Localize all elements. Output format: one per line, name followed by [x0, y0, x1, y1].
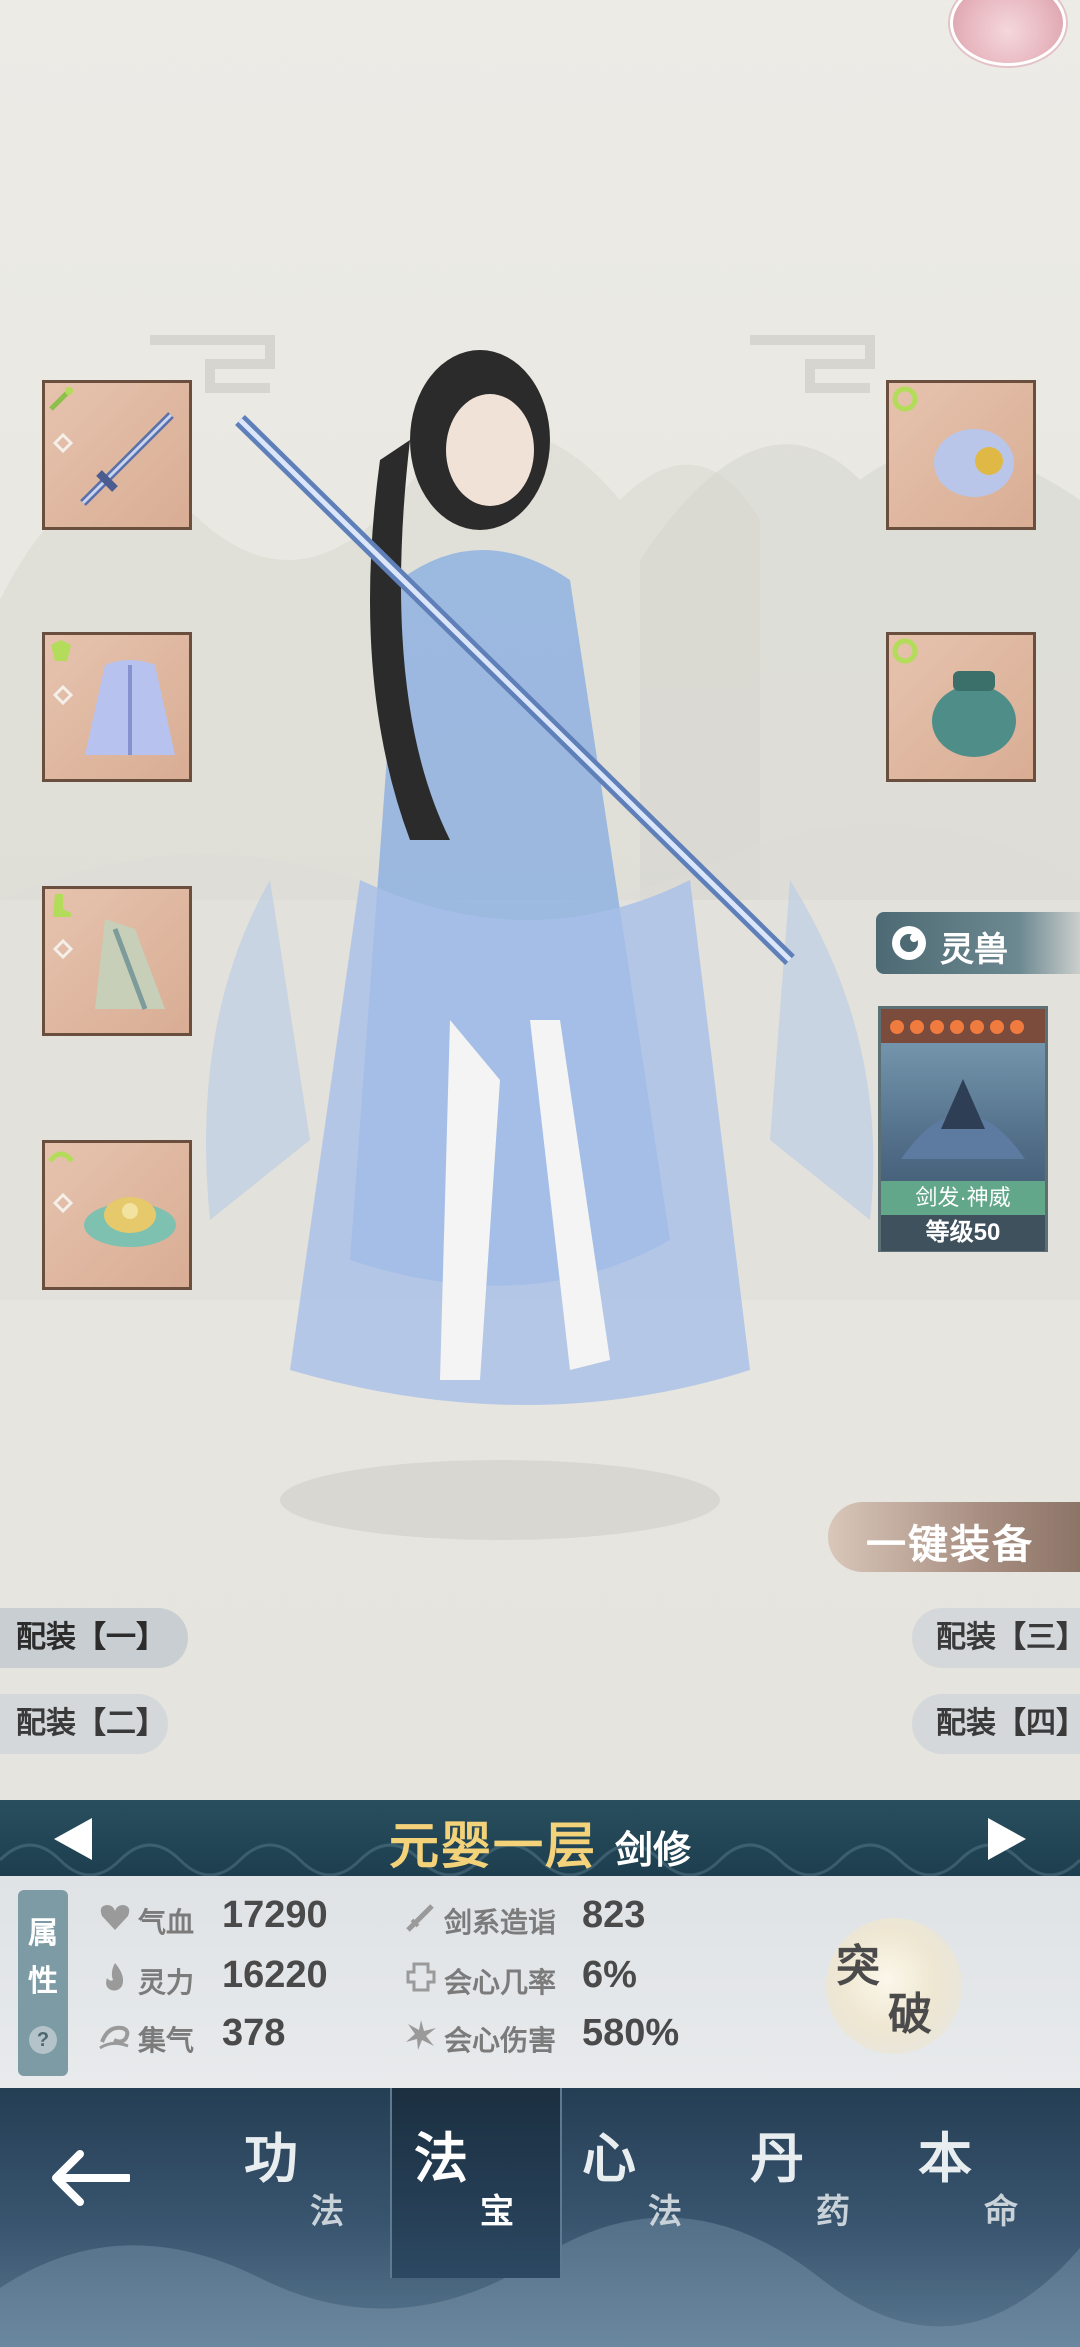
stat-crit-rate: 会心几率 6%: [404, 1952, 724, 2002]
pet-tab[interactable]: 灵兽: [876, 912, 1080, 974]
pet-tab-label: 灵兽: [940, 931, 1008, 969]
attributes-tab-char-2: 性: [28, 1965, 58, 1998]
one-key-equip-label: 一键装备: [866, 1523, 1034, 1567]
stat-crit-rate-label: 会心几率: [444, 1967, 557, 1998]
pet-portrait: [881, 1009, 1045, 1159]
stat-crit-damage-value: 580%: [582, 2012, 680, 2054]
one-key-equip-button[interactable]: 一键装备: [828, 1502, 1080, 1572]
nav-tab-natal[interactable]: 本 命: [896, 2088, 1064, 2278]
nav-tab-treasure-big: 法: [414, 2129, 468, 2189]
stat-qi-gather-value: 378: [222, 2012, 286, 2054]
lock-icon: [52, 1192, 74, 1214]
lock-icon: [52, 432, 74, 454]
stat-sword-mastery: 剑系造诣 823: [404, 1892, 724, 1942]
stat-sword-mastery-label: 剑系造诣: [444, 1907, 557, 1938]
nav-tab-elixir-big: 丹: [750, 2129, 804, 2189]
artifact-type-icon: [48, 1151, 74, 1163]
boots-type-icon: [53, 894, 71, 917]
back-arrow-icon[interactable]: [48, 2146, 130, 2210]
stat-spirit-value: 16220: [222, 1954, 328, 1996]
loadout-button-2[interactable]: 配装【二】: [0, 1694, 168, 1754]
nav-tab-elixir-small: 药: [816, 2193, 850, 2231]
stat-crit-damage: 会心伤害 580%: [404, 2010, 724, 2060]
character-illustration: [206, 350, 874, 1405]
nav-tab-mind-method[interactable]: 心 法: [560, 2088, 728, 2278]
stat-hp-label: 气血: [138, 1907, 195, 1938]
stat-qi-gather-label: 集气: [138, 2025, 195, 2056]
stat-crit-damage-label: 会心伤害: [444, 2025, 557, 2056]
realm-bar: 元婴一层 剑修: [0, 1800, 1080, 1876]
stat-hp: 气血 17290: [98, 1892, 398, 1942]
next-realm-arrow-icon[interactable]: [982, 1814, 1032, 1864]
swirl-icon: [99, 2025, 130, 2050]
nav-tab-natal-big: 本: [918, 2129, 972, 2189]
attributes-panel: 属 性 ? 气血 17290 灵力 16220 集气 378 剑系造诣 823 …: [0, 1876, 1080, 2088]
loadout-button-1[interactable]: 配装【一】: [0, 1608, 188, 1668]
stat-crit-rate-value: 6%: [582, 1954, 637, 1996]
nav-tab-mind-method-small: 法: [648, 2193, 682, 2231]
stat-spirit: 灵力 16220: [98, 1952, 398, 2002]
attributes-tab[interactable]: 属 性 ?: [18, 1890, 68, 2076]
pet-name: 剑发·神威: [881, 1181, 1045, 1215]
bottom-nav: 功 法 法 宝 心 法 丹 药 本 命: [0, 2088, 1080, 2347]
nav-tab-technique-big: 功: [244, 2129, 298, 2189]
stat-spirit-label: 灵力: [138, 1967, 195, 1998]
shield-icon: [406, 1962, 436, 1992]
pet-card[interactable]: 剑发·神威 等级50: [878, 1006, 1048, 1252]
nav-tab-treasure[interactable]: 法 宝: [390, 2088, 562, 2278]
sword-icon: [406, 1904, 434, 1932]
breakthrough-char-1: 突: [836, 1942, 880, 1991]
stat-qi-gather: 集气 378: [98, 2010, 398, 2060]
loadout-button-4[interactable]: 配装【四】: [912, 1694, 1080, 1754]
stat-hp-value: 17290: [222, 1894, 328, 1936]
help-button[interactable]: ?: [29, 2026, 57, 2054]
breakthrough-char-2: 破: [888, 1990, 932, 2039]
nav-tab-mind-method-big: 心: [582, 2129, 636, 2189]
lock-icon: [52, 684, 74, 706]
realm-path: 剑修: [614, 1830, 691, 1872]
paw-icon: [892, 926, 926, 960]
breakthrough-button[interactable]: 突 破: [826, 1918, 962, 2054]
lock-icon: [52, 938, 74, 960]
loadout-button-3[interactable]: 配装【三】: [912, 1608, 1080, 1668]
realm-title: 元婴一层 剑修: [0, 1806, 1080, 1878]
heart-icon: [100, 1905, 130, 1930]
burst-icon: [406, 2020, 436, 2050]
nav-tab-natal-small: 命: [984, 2193, 1018, 2231]
weapon-type-icon: [49, 387, 73, 411]
nav-tab-technique-small: 法: [310, 2193, 344, 2231]
nav-tab-technique[interactable]: 功 法: [222, 2088, 390, 2278]
orb-item-icon: [934, 429, 1014, 497]
realm-stage: 元婴一层: [388, 1818, 597, 1874]
flame-icon: [106, 1963, 124, 1991]
nav-tab-treasure-small: 宝: [480, 2193, 514, 2231]
attributes-tab-char-1: 属: [28, 1917, 58, 1950]
robe-type-icon: [51, 640, 71, 661]
pet-level: 等级50: [881, 1215, 1045, 1251]
cauldron-item-icon: [932, 671, 1016, 757]
nav-tab-elixir[interactable]: 丹 药: [728, 2088, 896, 2278]
stat-sword-mastery-value: 823: [582, 1894, 646, 1936]
